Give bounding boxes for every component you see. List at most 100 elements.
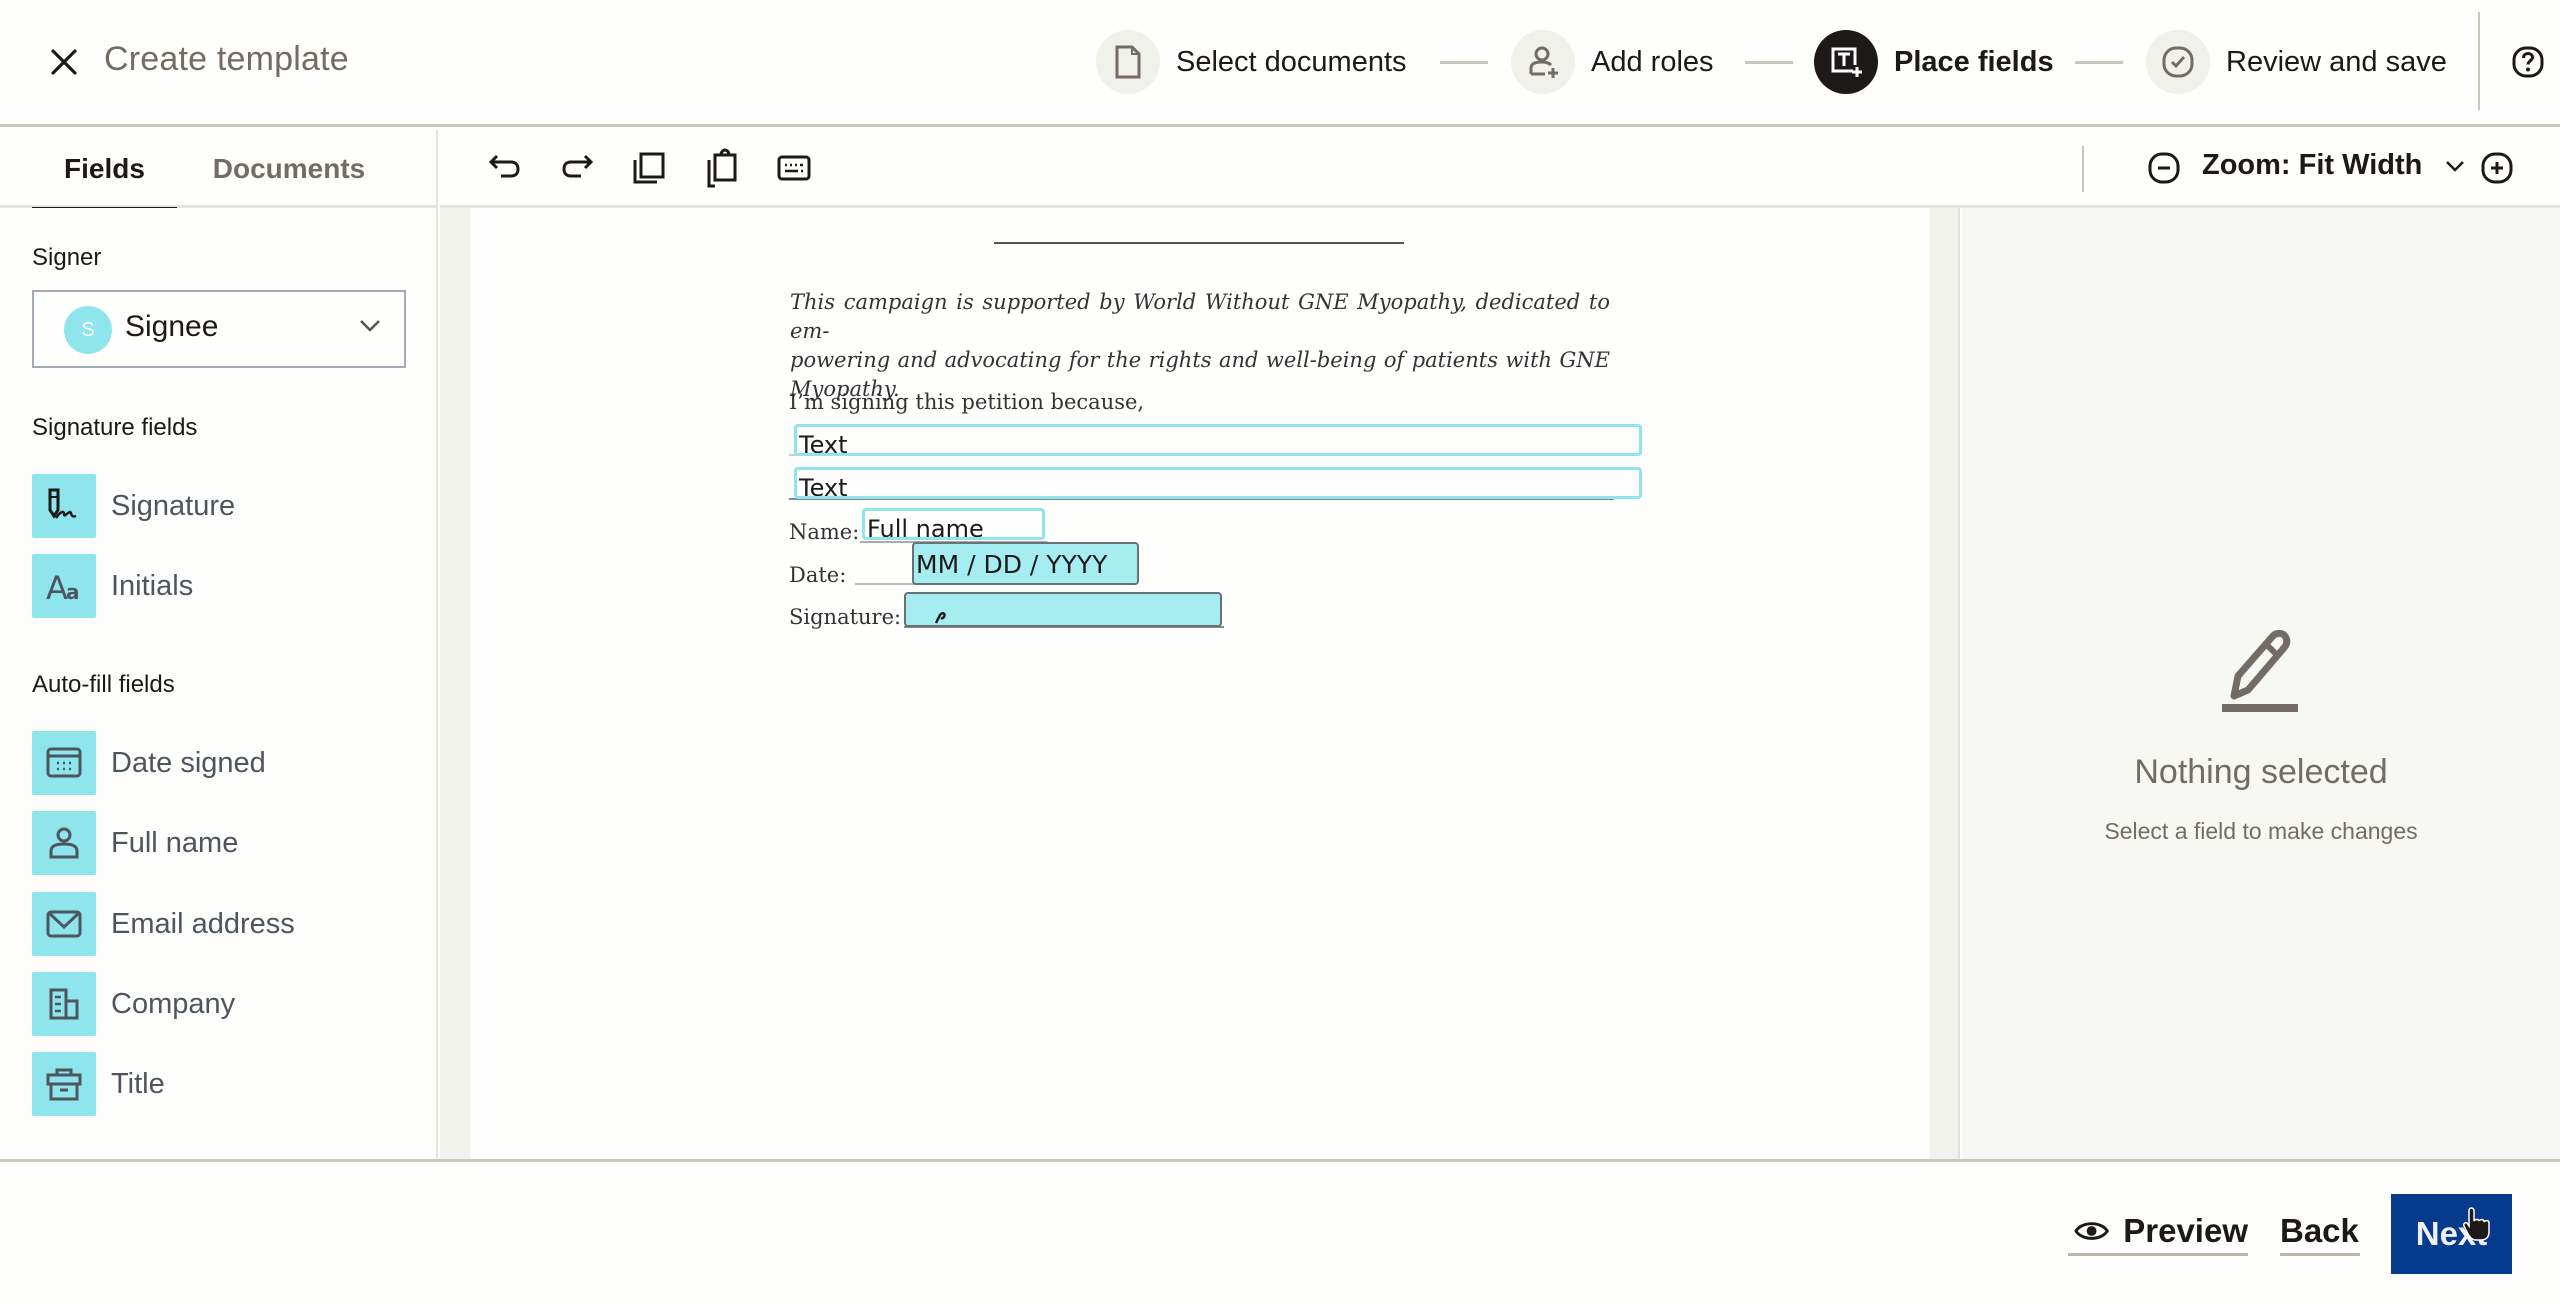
zoom-in-button[interactable] (2475, 146, 2519, 190)
zoom-out-icon (2148, 152, 2180, 184)
step-separator (1440, 61, 1488, 64)
field-placeholder: MM / DD / YYYY (916, 550, 1108, 579)
toolbar: Zoom: Fit Width (440, 130, 2560, 208)
document-gutter (440, 208, 470, 1159)
field-label: Date signed (111, 746, 266, 779)
properties-panel: Nothing selected Select a field to make … (1962, 208, 2560, 1159)
redo-button[interactable] (555, 146, 599, 190)
initials-icon: Aa (46, 569, 80, 607)
back-button[interactable]: Back (2280, 1210, 2360, 1256)
signature-icon (48, 488, 77, 519)
field-placeholder: Full name (867, 515, 984, 540)
placed-text-field[interactable]: Text (794, 467, 1642, 499)
document-icon (1115, 45, 1141, 79)
step-label: Place fields (1894, 45, 2054, 78)
header-divider (2478, 12, 2480, 110)
copy-button[interactable] (626, 146, 670, 190)
keyboard-icon (777, 155, 811, 181)
zoom-select[interactable]: Zoom: Fit Width (2202, 149, 2466, 182)
field-signature[interactable]: Signature (32, 474, 412, 538)
field-title[interactable]: Title (32, 1052, 412, 1116)
autofill-fields-label: Auto-fill fields (32, 671, 175, 698)
field-label: Full name (111, 826, 239, 859)
field-initials[interactable]: Aa Initials (32, 554, 412, 618)
field-full-name[interactable]: Full name (32, 811, 412, 875)
empty-state-title: Nothing selected (2134, 753, 2388, 791)
preview-button[interactable]: Preview (2068, 1210, 2248, 1256)
avatar: S (64, 306, 112, 354)
date-label: Date: (789, 563, 847, 587)
sidebar-tabs: Fields Documents (0, 130, 438, 211)
help-icon (2512, 46, 2544, 78)
placed-signature-field[interactable] (904, 592, 1222, 627)
tab-label: Fields (64, 153, 145, 184)
eye-icon (2074, 1221, 2110, 1240)
placed-date-field[interactable]: MM / DD / YYYY (912, 542, 1139, 585)
paste-button[interactable] (700, 146, 744, 190)
field-date-signed[interactable]: Date signed (32, 731, 412, 795)
tab-fields[interactable]: Fields (32, 130, 177, 211)
signature-fields-label: Signature fields (32, 414, 198, 441)
field-placeholder: Text (799, 474, 848, 499)
hand-cursor-icon (2463, 1207, 2490, 1241)
text-field-add-icon (1831, 47, 1862, 77)
step-separator (2075, 61, 2123, 64)
close-icon (51, 49, 77, 75)
envelope-icon (46, 910, 82, 938)
field-label: Signature (111, 489, 236, 522)
field-label: Company (111, 987, 236, 1020)
tab-documents[interactable]: Documents (200, 130, 378, 208)
pencil-icon (2222, 630, 2298, 712)
field-label: Initials (111, 569, 194, 602)
paste-icon (707, 148, 737, 188)
placed-full-name-field[interactable]: Full name (862, 508, 1045, 540)
chevron-down-icon (360, 320, 380, 332)
field-label: Title (111, 1067, 165, 1100)
keyboard-shortcuts-button[interactable] (772, 146, 816, 190)
person-icon (49, 827, 79, 859)
step-separator (1745, 61, 1793, 64)
field-placeholder: Text (799, 431, 848, 456)
document-scroll-gutter[interactable] (1930, 208, 1960, 1159)
building-icon (49, 988, 79, 1020)
chevron-down-icon (2446, 161, 2465, 173)
preview-label: Preview (2123, 1211, 2248, 1249)
empty-state-subtitle: Select a field to make changes (2104, 818, 2418, 844)
step-select-documents[interactable]: Select documents (1096, 29, 1407, 95)
briefcase-icon (46, 1068, 82, 1101)
tab-label: Documents (212, 153, 366, 184)
svg-text:A: A (46, 569, 68, 607)
footer: Preview Back Next (0, 1159, 2560, 1304)
signature-label: Signature: (789, 605, 902, 629)
signer-dropdown[interactable]: S Signee (32, 290, 406, 368)
check-circle-icon (2162, 46, 2194, 78)
step-label: Select documents (1176, 45, 1407, 78)
zoom-out-button[interactable] (2142, 146, 2186, 190)
step-label: Add roles (1591, 45, 1714, 78)
step-place-fields[interactable]: Place fields (1814, 29, 2054, 95)
undo-button[interactable] (483, 146, 527, 190)
page-title: Create template (104, 40, 349, 78)
step-add-roles[interactable]: Add roles (1511, 29, 1714, 95)
name-label: Name: (789, 520, 860, 544)
add-person-icon (1529, 46, 1558, 78)
step-review-and-save[interactable]: Review and save (2146, 29, 2447, 95)
toolbar-divider (2082, 146, 2084, 192)
undo-icon (488, 154, 520, 178)
zoom-in-icon (2481, 152, 2513, 184)
calendar-icon (46, 747, 82, 778)
step-label: Review and save (2226, 45, 2447, 78)
help-button[interactable] (2510, 44, 2546, 80)
document-rule (994, 242, 1404, 244)
zoom-label: Zoom: Fit Width (2202, 149, 2423, 181)
placed-text-field[interactable]: Text (794, 424, 1642, 456)
document-page[interactable]: This campaign is supported by World With… (470, 208, 1930, 1159)
field-company[interactable]: Company (32, 972, 412, 1036)
copy-icon (633, 152, 665, 184)
next-button[interactable]: Next (2391, 1194, 2512, 1274)
field-email-address[interactable]: Email address (32, 892, 412, 956)
signature-pen-icon (934, 612, 946, 624)
campaign-line: powering and advocating for the rights a… (790, 348, 1610, 372)
close-button[interactable] (46, 44, 82, 80)
back-label: Back (2280, 1211, 2359, 1249)
